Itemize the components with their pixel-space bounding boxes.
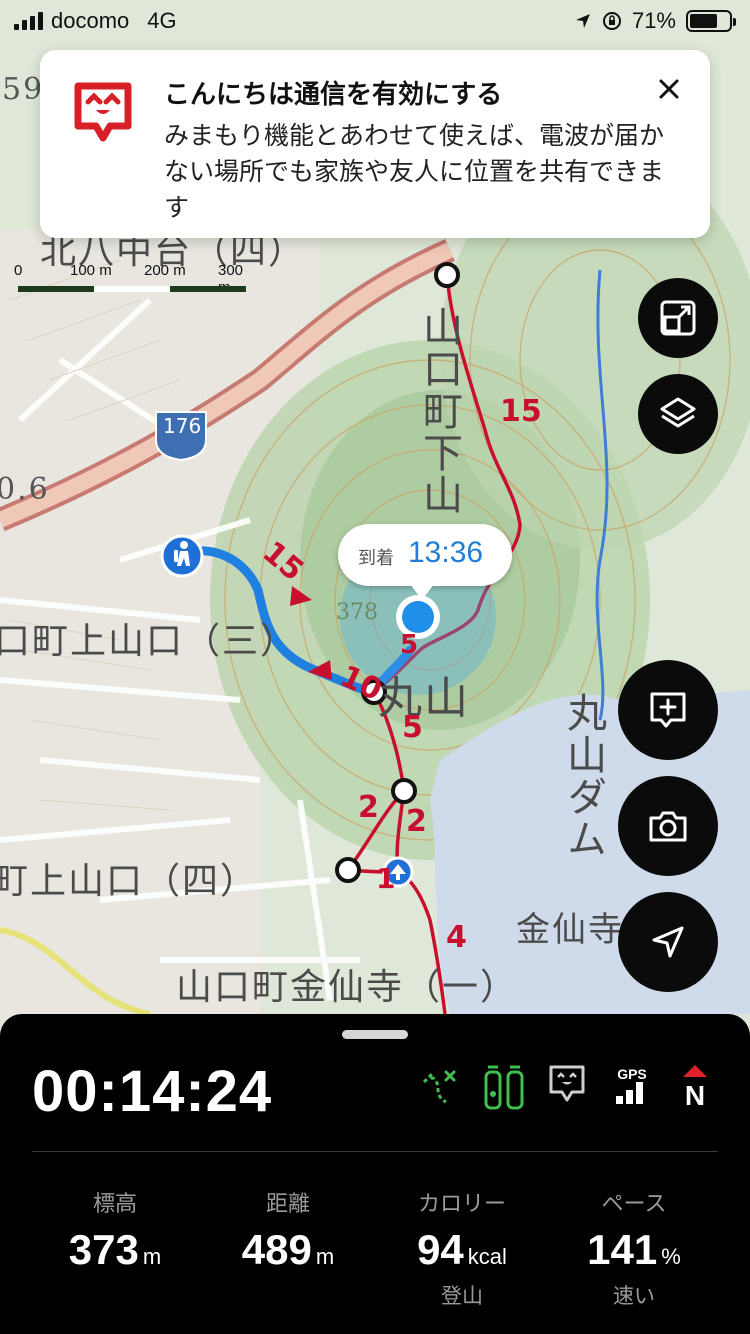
fit-route-icon [660,300,696,336]
kokonichiwa-logo-icon [74,82,132,142]
enable-kokonichiwa-notice[interactable]: こんにちは通信を有効にする みまもり機能とあわせて使えば、電波が届かない場所でも… [40,50,710,238]
compass-north-icon[interactable]: N [680,1064,710,1110]
stat-label: 距離 [265,1191,310,1216]
route-segment-time: 15 [500,394,542,429]
drag-handle[interactable] [342,1030,408,1039]
route-segment-time: 5 [402,710,423,745]
map-label-kamiyamaguchi: 口町上山口（三） [0,621,299,662]
camera-button[interactable] [618,776,718,876]
map-scale-bar: 0 100 m 200 m 300 m [14,262,254,302]
battery-percent: 71% [631,8,676,33]
stat-label: カロリー [417,1191,506,1216]
navigation-arrow-icon [652,926,684,958]
add-memo-button[interactable] [618,660,718,760]
status-bar: docomo 4G 71% [0,0,750,40]
activity-panel[interactable]: 00:14:24 GPS N 標高 373 m 距離 489 m カロリー 94… [0,1014,750,1334]
gps-label: GPS [617,1066,647,1082]
panel-divider [32,1151,718,1152]
stat-value: 94 kcal [417,1226,507,1273]
scale-label: 0 [14,262,23,279]
stat-pace: ペース 141% 速い [549,1186,719,1310]
stat-elevation: 標高 373 m [30,1186,200,1274]
kokonichiwa-icon[interactable] [548,1064,586,1108]
map-label-elevation-left: 0.6 [0,472,50,507]
map-label-dam: 丸山ダム [560,692,606,860]
map-label-elevation: 59 [2,72,45,107]
cellular-signal-icon [14,12,43,30]
scale-bar-line [18,286,246,292]
stat-label: ペース [601,1191,667,1216]
map-label-kamiyamaguchi-4: 町上山口（四） [0,861,259,902]
map-label-kinsenji-small: 金仙寺 [516,910,624,950]
notice-title: こんにちは通信を有効にする [164,79,503,109]
camera-icon [649,811,687,842]
layers-button[interactable] [638,374,718,454]
arrival-label: 到着 [358,548,394,568]
route-off-icon[interactable] [418,1064,462,1108]
add-memo-icon [650,692,686,728]
location-arrow-icon [575,14,590,28]
route-segment-time: 5 [400,630,419,660]
compass-arrow-icon [683,1065,707,1077]
north-label: N [684,1080,706,1111]
map-label-kinsenji: 山口町金仙寺（一） [176,967,519,1008]
scale-label: 200 m [144,262,186,279]
map-label-shimoyama: 山口町下山 [416,306,462,516]
stat-distance: 距離 489 m [203,1186,373,1274]
route-segment-time: 4 [446,920,467,955]
route-number-label: 176 [163,414,202,438]
navigate-button[interactable] [618,892,718,992]
track-pins-icon[interactable] [482,1064,526,1112]
stat-calories: カロリー 94 kcal 登山 [377,1186,547,1310]
stat-value: 373 m [68,1226,162,1273]
stat-value: 489 m [241,1226,335,1273]
stat-value: 141% [587,1226,681,1273]
gps-signal-icon[interactable]: GPS [612,1066,652,1104]
battery-icon [686,10,736,32]
map-label-peak: 378 [336,600,378,625]
close-icon[interactable] [654,74,684,104]
stat-label: 標高 [92,1191,137,1216]
network-type: 4G [147,8,177,33]
stat-sub: 登山 [441,1285,483,1308]
scale-label: 100 m [70,262,112,279]
route-segment-time: 2 [406,804,427,839]
map-label-maruyama: 丸山 [378,673,470,724]
arrival-time-bubble[interactable]: 到着 13:36 [338,524,512,600]
route-segment-time: 1 [376,862,396,895]
arrival-time: 13:36 [408,536,484,569]
elapsed-timer: 00:14:24 [32,1059,273,1124]
layers-icon [660,397,696,428]
notice-body: みまもり機能とあわせて使えば、電波が届かない場所でも家族や友人に位置を共有できま… [164,122,665,222]
route-segment-time: 2 [358,790,379,825]
carrier-name: docomo [51,8,130,33]
orientation-lock-icon [602,12,621,30]
stat-sub: 速い [613,1285,655,1308]
fit-route-button[interactable] [638,278,718,358]
